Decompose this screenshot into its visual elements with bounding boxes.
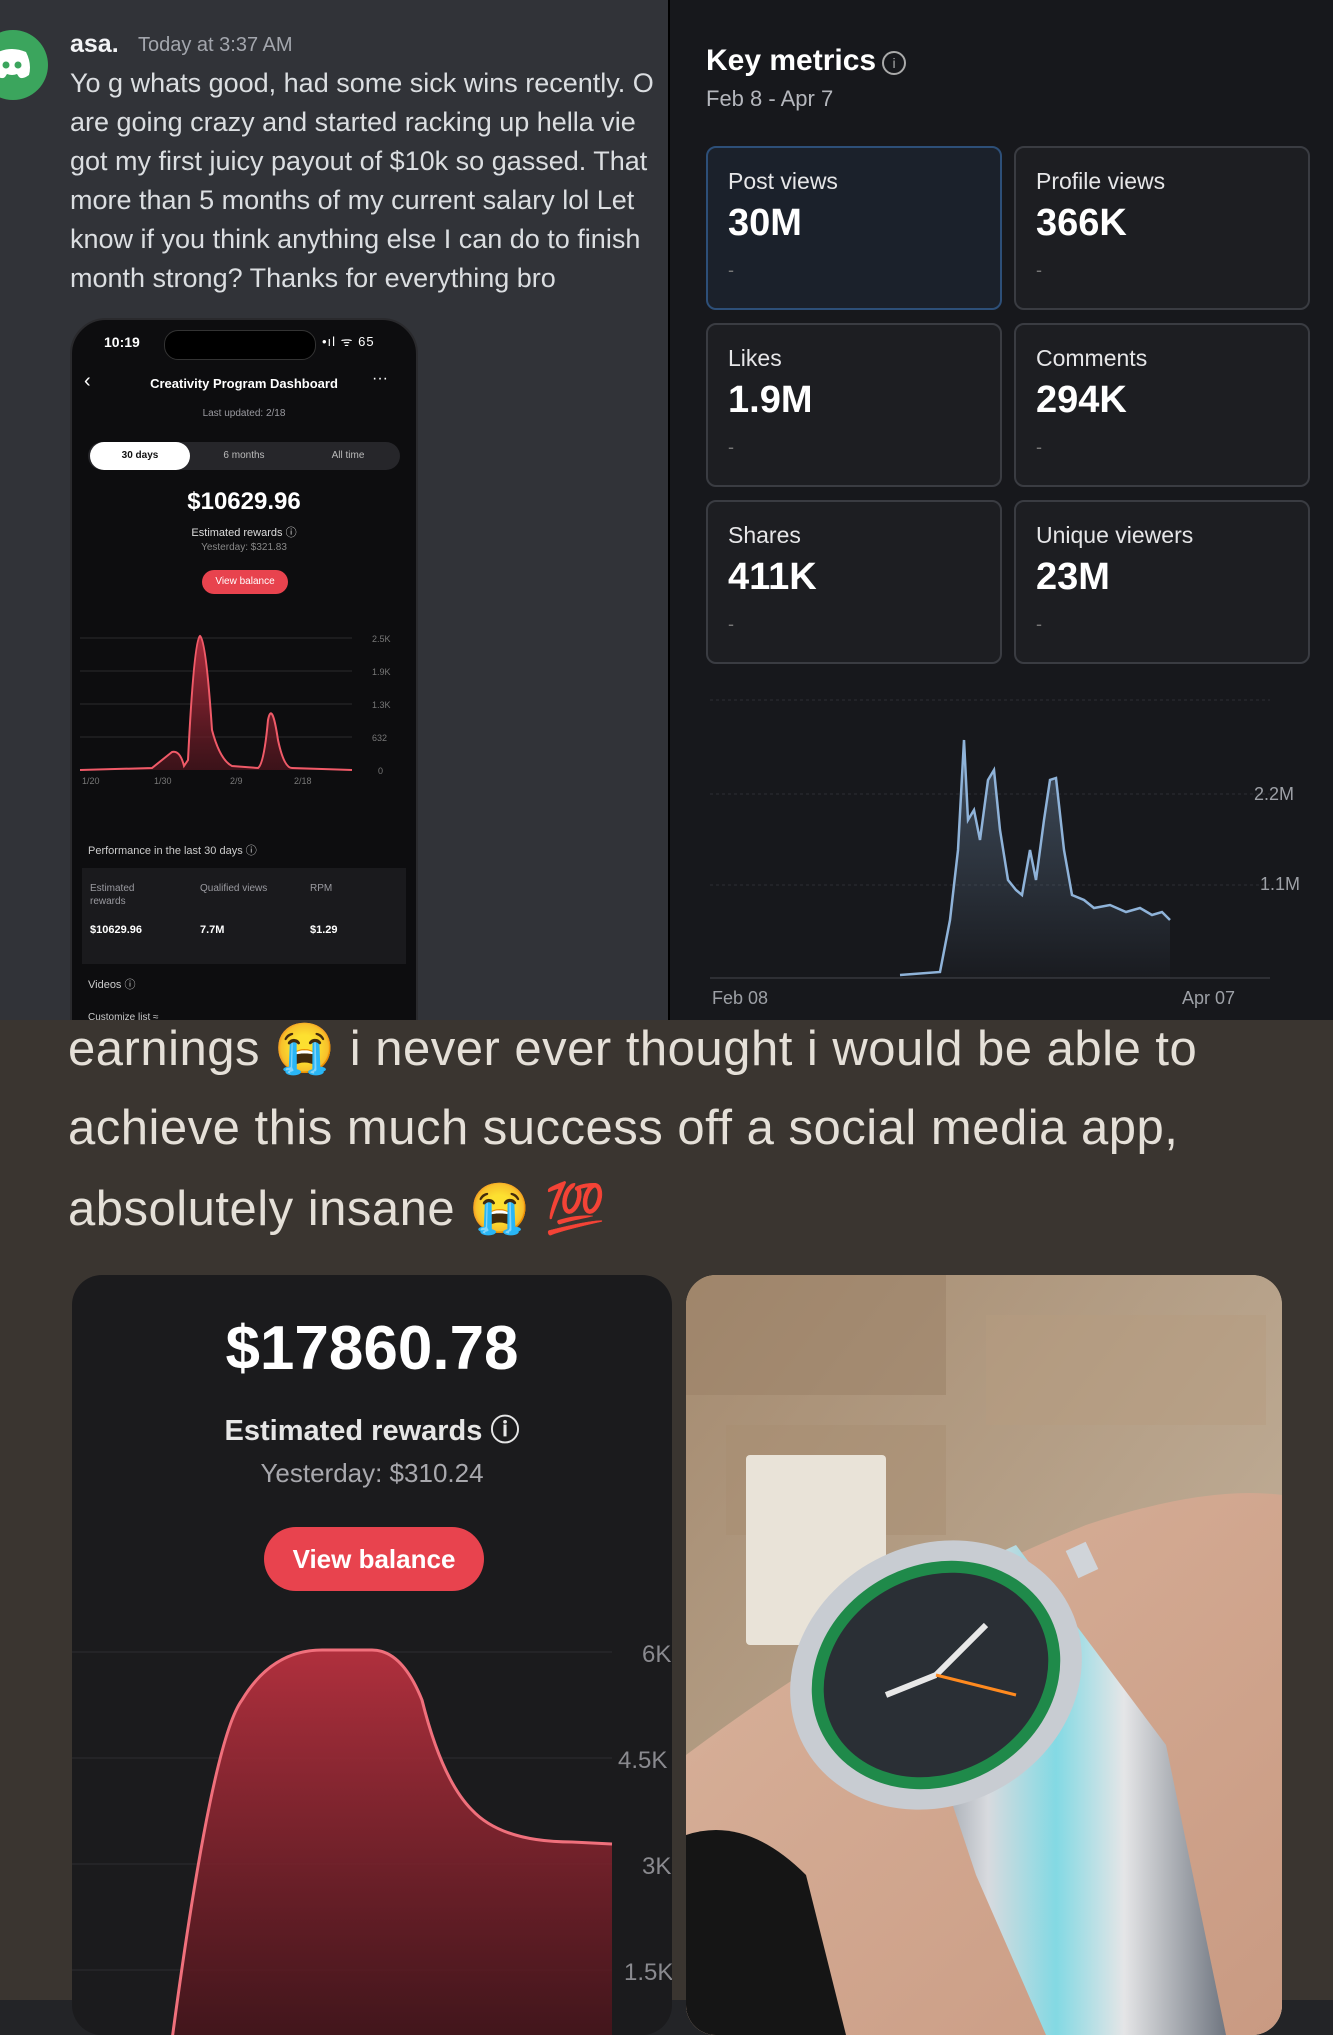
rewards-area [80, 636, 352, 770]
metric-change: - [728, 260, 734, 280]
x-tick-label: Feb 08 [712, 988, 768, 1008]
last-updated-text: Last updated: 2/18 [202, 408, 286, 419]
message-line: got my first juicy payout of $10k so gas… [70, 146, 648, 176]
caption-line: earnings 😭 i never ever thought i would … [68, 1022, 1198, 1076]
info-icon[interactable]: i [882, 51, 906, 75]
message-line: know if you think anything else I can do… [70, 224, 641, 254]
x-tick-label: 1/30 [154, 776, 172, 786]
metric-label: Comments [1036, 345, 1148, 371]
message-body: Yo g whats good, had some sick wins rece… [70, 64, 668, 298]
y-tick-label: 1.3K [372, 700, 391, 710]
metric-card-shares[interactable]: Shares 411K - [706, 500, 1002, 664]
metric-change: - [1036, 260, 1042, 280]
performance-table: Estimated rewards Qualified views RPM $1… [82, 868, 406, 964]
metric-card-comments[interactable]: Comments 294K - [1014, 323, 1310, 487]
message-line: month strong? Thanks for everything bro [70, 263, 556, 293]
customize-list-button[interactable]: Customize list ≈ [88, 1012, 159, 1020]
metric-value: 30M [728, 202, 802, 244]
views-area [900, 740, 1170, 978]
metric-card-unique-viewers[interactable]: Unique viewers 23M - [1014, 500, 1310, 664]
caption-line: absolutely insane 😭 💯 [68, 1182, 607, 1236]
x-tick-label: 1/20 [82, 776, 100, 786]
status-icons: •ıl ᯤ 65 [322, 334, 375, 349]
view-balance-button[interactable]: View balance [202, 570, 288, 594]
metric-value: 1.9M [728, 379, 813, 421]
tab-all-time[interactable]: All time [298, 442, 398, 470]
x-tick-label: Apr 07 [1182, 988, 1235, 1008]
y-tick-label: 632 [372, 733, 387, 743]
dynamic-island [164, 330, 316, 360]
message-username[interactable]: asa. [70, 30, 119, 59]
earnings-amount: $17860.78 [225, 1314, 519, 1383]
estimated-rewards-label: Estimated rewards ⓘ [191, 527, 297, 539]
x-tick-label: 2/18 [294, 776, 312, 786]
estimated-rewards-label: Estimated rewards ⓘ [224, 1415, 520, 1447]
videos-heading: Videos ⓘ [88, 979, 136, 991]
y-tick-label: 2.2M [1254, 784, 1294, 804]
message-line: are going crazy and started racking up h… [70, 107, 636, 137]
discord-message-panel: asa. Today at 3:37 AM Yo g whats good, h… [0, 0, 668, 1020]
message-timestamp: Today at 3:37 AM [138, 34, 293, 56]
y-tick-label: 0 [378, 766, 383, 776]
metric-card-likes[interactable]: Likes 1.9M - [706, 323, 1002, 487]
metric-label: Likes [728, 345, 782, 371]
caption-banner: earnings 😭 i never ever thought i would … [0, 1020, 1333, 1275]
tab-6-months[interactable]: 6 months [194, 442, 294, 470]
key-metrics-title: Key metrics [706, 44, 877, 77]
earnings-chart: 6K 4.5K 3K 1.5K [72, 1641, 672, 2035]
view-balance-button[interactable]: View balance [264, 1527, 484, 1591]
y-tick-label: 1.5K [624, 1959, 672, 1986]
table-cell: $1.29 [310, 924, 338, 936]
earnings-card: $17860.78 Estimated rewards ⓘ Yesterday:… [72, 1275, 672, 2035]
metric-value: 23M [1036, 556, 1110, 598]
message-line: Yo g whats good, had some sick wins rece… [70, 68, 654, 98]
bottom-panel: $17860.78 Estimated rewards ⓘ Yesterday:… [0, 1275, 1333, 2035]
y-tick-label: 1.9K [372, 667, 391, 677]
views-chart: 2.2M 1.1M Feb 08 Apr 07 [710, 699, 1300, 1008]
y-tick-label: 3K [642, 1853, 671, 1880]
discord-logo-icon [0, 49, 30, 79]
key-metrics-panel: Key metrics i Feb 8 - Apr 7 Post views 3… [668, 0, 1333, 1020]
metric-value: 411K [728, 556, 817, 598]
metric-value: 294K [1036, 379, 1127, 421]
metric-change: - [728, 437, 734, 457]
table-header: Qualified views [200, 883, 268, 894]
table-header: RPM [310, 883, 333, 894]
table-header: Estimated rewards [90, 883, 135, 907]
metric-label: Profile views [1036, 168, 1166, 194]
metric-value: 366K [1036, 202, 1127, 244]
yesterday-rewards: Yesterday: $310.24 [260, 1458, 484, 1488]
watch-photo [686, 1275, 1282, 2035]
metric-label: Post views [728, 168, 838, 194]
phone-clock: 10:19 [104, 334, 140, 350]
metric-change: - [1036, 614, 1042, 634]
more-options-icon[interactable]: ··· [372, 370, 388, 388]
x-tick-label: 2/9 [230, 776, 243, 786]
discord-avatar[interactable] [0, 30, 48, 100]
y-tick-label: 2.5K [372, 634, 391, 644]
metric-card-profile-views[interactable]: Profile views 366K - [1014, 146, 1310, 310]
period-tabs: 30 days 6 months All time [88, 442, 400, 470]
y-tick-label: 6K [642, 1641, 671, 1668]
dashboard-title: Creativity Program Dashboard [150, 376, 338, 391]
wristwatch-image [686, 1275, 1282, 2035]
date-range: Feb 8 - Apr 7 [706, 86, 834, 111]
metric-label: Shares [728, 522, 801, 548]
message-line: more than 5 months of my current salary … [70, 185, 635, 215]
performance-heading: Performance in the last 30 days ⓘ [88, 845, 257, 857]
metric-card-post-views[interactable]: Post views 30M - [706, 146, 1002, 310]
caption-line: achieve this much success off a social m… [68, 1101, 1179, 1155]
rewards-amount: $10629.96 [187, 488, 301, 515]
rewards-chart: 2.5K 1.9K 1.3K 632 0 1/20 1/30 2/9 2/18 [79, 634, 391, 786]
table-cell: 7.7M [200, 924, 225, 936]
y-tick-label: 4.5K [618, 1747, 667, 1774]
y-tick-label: 1.1M [1260, 874, 1300, 894]
metric-label: Unique viewers [1036, 522, 1194, 548]
metric-change: - [728, 614, 734, 634]
tab-30-days[interactable]: 30 days [90, 442, 190, 470]
phone-screenshot-attachment[interactable]: 10:19 •ıl ᯤ 65 ‹ Creativity Program Dash… [70, 318, 418, 1020]
yesterday-rewards: Yesterday: $321.83 [201, 542, 287, 553]
table-cell: $10629.96 [90, 924, 142, 936]
metric-change: - [1036, 437, 1042, 457]
